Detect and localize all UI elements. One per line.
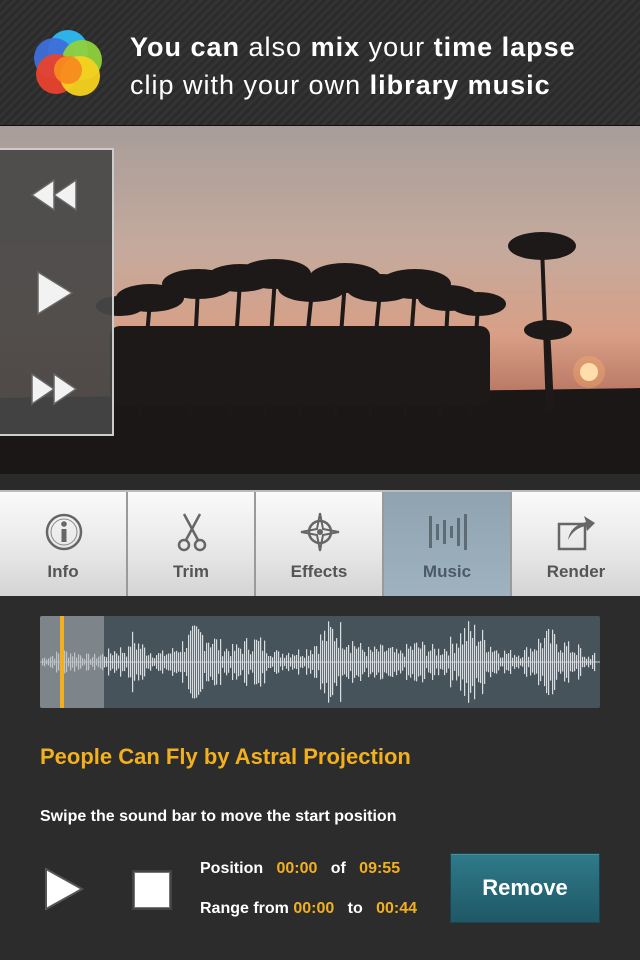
range-label: Range from xyxy=(200,900,289,917)
info-icon xyxy=(45,513,83,551)
fast-forward-icon[interactable] xyxy=(26,364,82,414)
song-title: People Can Fly by Astral Projection xyxy=(40,744,411,769)
headline-part: also xyxy=(240,32,311,62)
music-panel: People Can Fly by Astral Projection Swip… xyxy=(0,596,640,960)
selected-range[interactable] xyxy=(40,616,104,708)
promo-header: You can also mix your time lapse clip wit… xyxy=(0,0,640,126)
of-label: of xyxy=(330,860,346,877)
playback-controls xyxy=(0,148,114,436)
tab-trim-label: Trim xyxy=(173,562,209,581)
effects-icon xyxy=(300,512,340,552)
start-position-cursor[interactable] xyxy=(60,616,64,708)
share-icon xyxy=(557,516,595,551)
tab-bar: Info Trim Effects Music Render xyxy=(0,490,640,596)
tab-effects[interactable]: Effects xyxy=(256,492,384,596)
tab-music[interactable]: Music xyxy=(384,492,512,596)
stop-music-icon[interactable] xyxy=(132,870,172,910)
headline-part: clip with your own xyxy=(130,70,370,100)
tab-info-label: Info xyxy=(47,562,79,581)
promo-headline: You can also mix your time lapse clip wit… xyxy=(130,28,630,104)
position-value: 00:00 xyxy=(276,860,318,877)
tab-render-label: Render xyxy=(546,562,606,581)
hint-text: Swipe the sound bar to move the start po… xyxy=(40,808,397,825)
tab-info[interactable]: Info xyxy=(0,492,128,596)
waveform xyxy=(40,621,600,703)
music-waveform-icon xyxy=(429,514,467,550)
tab-render[interactable]: Render xyxy=(512,492,640,596)
tab-trim[interactable]: Trim xyxy=(128,492,256,596)
duration-value: 09:55 xyxy=(359,860,401,877)
scissors-icon xyxy=(177,513,207,552)
to-label: to xyxy=(347,900,363,917)
headline-part: You can xyxy=(130,32,241,62)
sound-bar[interactable] xyxy=(40,616,600,708)
tab-effects-label: Effects xyxy=(290,562,348,581)
headline-part: mix xyxy=(310,32,361,62)
position-label: Position xyxy=(200,860,264,877)
headline-part: your xyxy=(360,32,434,62)
range-end: 00:44 xyxy=(376,900,417,917)
remove-button[interactable]: Remove xyxy=(450,853,600,923)
play-icon[interactable] xyxy=(26,268,82,318)
headline-part: time lapse xyxy=(433,32,576,62)
range-start: 00:00 xyxy=(293,900,335,917)
tab-music-label: Music xyxy=(422,562,472,581)
divider xyxy=(0,474,640,490)
app-logo-icon xyxy=(34,30,102,96)
headline-part: library music xyxy=(369,70,551,100)
range-line: Range from 00:00 to 00:44 xyxy=(200,900,417,918)
play-music-icon[interactable] xyxy=(42,866,86,912)
position-line: Position 00:00 of 09:55 xyxy=(200,860,400,878)
rewind-icon[interactable] xyxy=(26,170,82,220)
